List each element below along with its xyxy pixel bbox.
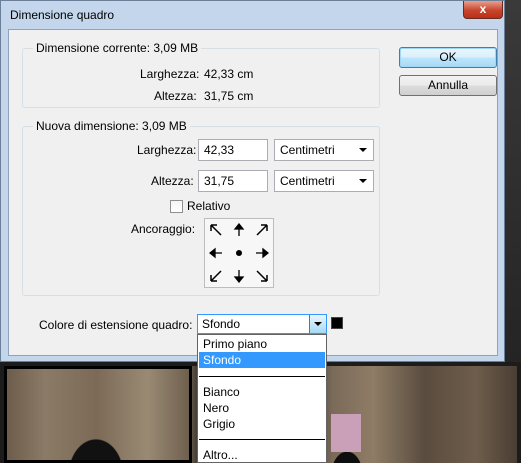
- anchor-label: Ancoraggio:: [131, 222, 196, 236]
- extension-color-value: Sfondo: [202, 317, 241, 331]
- width-input-value: 42,33: [204, 143, 235, 157]
- height-unit-select[interactable]: Centimetri: [274, 170, 374, 192]
- relative-checkbox[interactable]: [170, 200, 183, 213]
- arrow-up-left-icon: [210, 224, 222, 236]
- anchor-top-left[interactable]: [205, 219, 227, 241]
- dropdown-toggle-button[interactable]: [309, 315, 326, 333]
- chevron-down-icon: [359, 179, 367, 183]
- arrow-right-icon: [256, 247, 269, 259]
- relative-label[interactable]: Relativo: [187, 199, 230, 213]
- anchor-top-right[interactable]: [251, 219, 273, 241]
- chevron-down-icon: [359, 148, 367, 152]
- anchor-grid: [204, 218, 274, 288]
- new-size-legend: Nuova dimensione: 3,09 MB: [33, 119, 190, 133]
- height-input[interactable]: 31,75: [198, 170, 268, 192]
- anchor-dot-icon: [236, 250, 242, 256]
- option-altro[interactable]: Altro...: [199, 447, 325, 463]
- extension-color-dropdown: Primo piano Sfondo Bianco Nero Grigio Al…: [197, 334, 327, 463]
- arrow-up-icon: [233, 223, 245, 236]
- anchor-center[interactable]: [228, 242, 250, 264]
- current-size-legend: Dimensione corrente: 3,09 MB: [33, 41, 202, 55]
- anchor-bottom[interactable]: [228, 265, 250, 287]
- anchor-top[interactable]: [228, 219, 250, 241]
- anchor-bottom-right[interactable]: [251, 265, 273, 287]
- close-button[interactable]: x: [463, 1, 503, 19]
- height-input-value: 31,75: [204, 174, 235, 188]
- cancel-button[interactable]: Annulla: [399, 75, 497, 96]
- new-width-label: Larghezza:: [137, 143, 197, 157]
- dialog-body: Dimensione corrente: 3,09 MB Larghezza: …: [8, 29, 498, 356]
- image-banner: [331, 414, 361, 452]
- option-bianco[interactable]: Bianco: [199, 384, 325, 400]
- ok-button[interactable]: OK: [399, 47, 497, 68]
- width-unit-value: Centimetri: [280, 143, 335, 157]
- option-nero[interactable]: Nero: [199, 400, 325, 416]
- extension-color-label: Colore di estensione quadro:: [39, 318, 193, 332]
- new-size-group: Nuova dimensione: 3,09 MB Larghezza: 42,…: [22, 119, 380, 296]
- arrow-left-icon: [209, 247, 222, 259]
- current-height-label: Altezza:: [154, 89, 197, 103]
- dropdown-separator: [199, 376, 325, 377]
- anchor-left[interactable]: [205, 242, 227, 264]
- title-bar[interactable]: Dimensione quadro x: [1, 1, 504, 29]
- arrow-down-left-icon: [210, 270, 222, 282]
- canvas-size-dialog: Dimensione quadro x Dimensione corrente:…: [0, 0, 505, 362]
- anchor-right[interactable]: [251, 242, 273, 264]
- close-icon: x: [479, 2, 487, 16]
- current-width-value: 42,33 cm: [204, 67, 254, 81]
- extension-color-select[interactable]: Sfondo: [197, 314, 327, 334]
- current-height-value: 31,75 cm: [204, 89, 254, 103]
- arrow-down-icon: [233, 270, 245, 283]
- option-sfondo[interactable]: Sfondo: [199, 352, 325, 368]
- dialog-title: Dimensione quadro: [10, 8, 115, 22]
- width-unit-select[interactable]: Centimetri: [274, 139, 374, 161]
- new-height-label: Altezza:: [151, 174, 194, 188]
- dropdown-separator: [199, 439, 325, 440]
- arrow-up-right-icon: [256, 224, 268, 236]
- arrow-down-right-icon: [256, 270, 268, 282]
- height-unit-value: Centimetri: [280, 174, 335, 188]
- current-size-group: Dimensione corrente: 3,09 MB Larghezza: …: [22, 41, 380, 108]
- image-frame: [4, 366, 192, 463]
- chevron-down-icon: [314, 322, 322, 326]
- width-input[interactable]: 42,33: [198, 139, 268, 161]
- extension-color-swatch[interactable]: [331, 317, 343, 329]
- current-width-label: Larghezza:: [140, 67, 200, 81]
- anchor-bottom-left[interactable]: [205, 265, 227, 287]
- option-grigio[interactable]: Grigio: [199, 416, 325, 432]
- option-primo-piano[interactable]: Primo piano: [199, 336, 325, 352]
